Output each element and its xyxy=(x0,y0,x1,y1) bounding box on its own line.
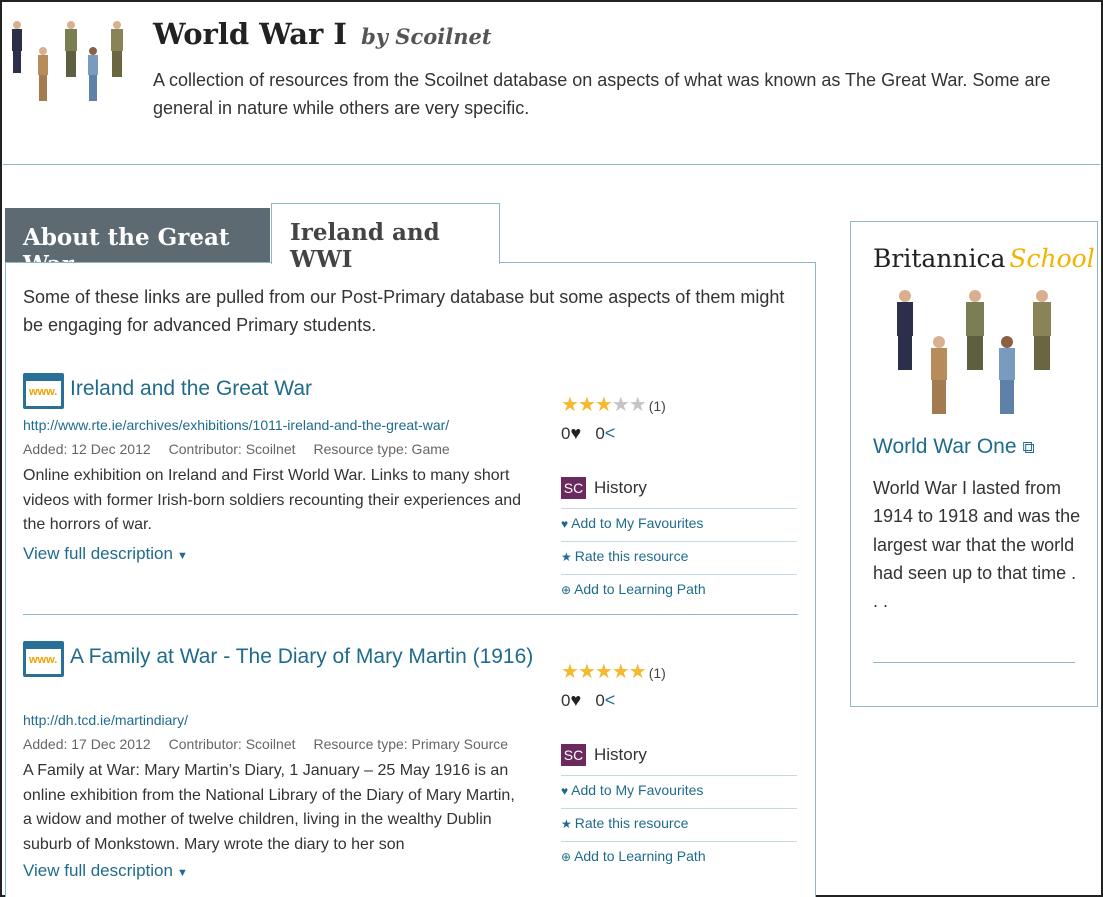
star-rating[interactable]: ★★★★★ (1) xyxy=(561,659,666,684)
title-byline: by Scoilnet xyxy=(361,24,492,49)
page-title: World War I by Scoilnet xyxy=(153,17,492,51)
resource-title-link[interactable]: Ireland and the Great War xyxy=(70,375,550,403)
heart-icon: ♥ xyxy=(561,517,569,531)
view-full-description-link[interactable]: View full description ▼ xyxy=(23,861,188,881)
subject-label: History xyxy=(594,745,647,764)
view-full-label: View full description xyxy=(23,861,173,880)
star-icon: ★ xyxy=(611,661,630,683)
star-icon: ★ xyxy=(577,661,596,683)
add-to-learning-path-button[interactable]: ⊕ Add to Learning Path xyxy=(561,574,797,607)
britannica-school-logo: Britannica School xyxy=(873,244,1095,273)
add-to-favourites-button[interactable]: ♥ Add to My Favourites xyxy=(561,775,797,808)
resource-type: Resource type: Game xyxy=(313,441,450,457)
soldiers-illustration xyxy=(12,21,123,101)
star-icon: ★ xyxy=(561,394,579,416)
link-label: World War One xyxy=(873,435,1017,458)
star-icon: ★ xyxy=(561,550,572,564)
action-label: Rate this resource xyxy=(574,815,689,831)
plus-circle-icon: ⊕ xyxy=(561,583,572,597)
shares-count: 0 xyxy=(595,691,605,710)
star-icon: ★ xyxy=(594,661,613,683)
resource-meta: Added: 17 Dec 2012 Contributor: Scoilnet R… xyxy=(23,736,526,752)
star-icon: ★ xyxy=(611,394,630,416)
action-label: Add to Learning Path xyxy=(574,581,706,597)
share-icon[interactable]: < xyxy=(605,423,616,443)
rate-resource-button[interactable]: ★ Rate this resource xyxy=(561,541,797,574)
action-label: Add to Learning Path xyxy=(574,848,706,864)
star-icon: ★ xyxy=(628,661,647,683)
shares-count: 0 xyxy=(595,424,605,443)
britannica-sidebar: Britannica School World War One ⧉ World Wa… xyxy=(850,221,1098,707)
action-label: Rate this resource xyxy=(574,548,689,564)
tab-intro-text: Some of these links are pulled from our … xyxy=(23,287,785,335)
add-to-favourites-button[interactable]: ♥ Add to My Favourites xyxy=(561,508,797,541)
tab-ireland-and-wwi[interactable]: Ireland and WWI xyxy=(271,203,500,273)
contributor: Contributor: Scoilnet xyxy=(168,441,296,457)
heart-icon: ♥ xyxy=(561,784,569,798)
star-icon: ★ xyxy=(577,394,596,416)
subject-tag[interactable]: SC History xyxy=(561,477,647,501)
resource-description: Online exhibition on Ireland and First W… xyxy=(23,467,522,533)
subject-badge: SC xyxy=(561,744,586,766)
title-text: World War I xyxy=(153,17,347,51)
brand-school: School xyxy=(1009,244,1095,273)
heart-icon[interactable]: ♥ xyxy=(570,423,581,443)
action-label: Add to My Favourites xyxy=(571,782,704,798)
sidebar-summary: World War I lasted from 1914 to 1918 and… xyxy=(873,478,1081,612)
resource-url[interactable]: http://www.rte.ie/archives/exhibitions/1… xyxy=(23,417,449,433)
subject-label: History xyxy=(594,478,647,497)
add-to-learning-path-button[interactable]: ⊕ Add to Learning Path xyxy=(561,841,797,874)
soldiers-illustration xyxy=(897,290,1051,414)
view-full-label: View full description xyxy=(23,544,173,563)
www-icon: www. xyxy=(23,641,64,677)
plus-circle-icon: ⊕ xyxy=(561,850,572,864)
view-full-description-link[interactable]: View full description ▼ xyxy=(23,544,188,564)
page-description: A collection of resources from the Scoil… xyxy=(153,70,1051,118)
world-war-one-link[interactable]: World War One ⧉ xyxy=(873,435,1035,459)
rating-count: (1) xyxy=(648,398,666,414)
resource-url[interactable]: http://dh.tcd.ie/martindiary/ xyxy=(23,712,188,728)
resource-counts: 0♥ 0< xyxy=(561,690,615,711)
star-icon: ★ xyxy=(594,394,613,416)
brand-name: Britannica xyxy=(873,244,1006,273)
contributor: Contributor: Scoilnet xyxy=(168,736,296,752)
star-icon: ★ xyxy=(561,661,579,683)
rating-count: (1) xyxy=(648,665,666,681)
subject-badge: SC xyxy=(561,477,586,499)
www-icon: www. xyxy=(23,373,64,409)
star-rating[interactable]: ★★★★★ (1) xyxy=(561,392,666,417)
resource-title-link[interactable]: A Family at War - The Diary of Mary Mart… xyxy=(70,643,540,671)
caret-down-icon: ▼ xyxy=(176,867,188,879)
external-link-icon: ⧉ xyxy=(1022,438,1035,457)
star-icon: ★ xyxy=(628,394,647,416)
resource-description: A Family at War: Mary Martin’s Diary, 1 … xyxy=(23,762,515,853)
tab-about-the-great-war[interactable]: About the Great War xyxy=(5,208,270,278)
added-date: Added: 12 Dec 2012 xyxy=(23,441,151,457)
resource-type: Resource type: Primary Source xyxy=(313,736,509,752)
resource-divider xyxy=(23,614,798,615)
rate-resource-button[interactable]: ★ Rate this resource xyxy=(561,808,797,841)
sidebar-divider xyxy=(873,662,1075,663)
star-icon: ★ xyxy=(561,817,572,831)
action-label: Add to My Favourites xyxy=(571,515,704,531)
heart-icon[interactable]: ♥ xyxy=(570,690,581,710)
added-date: Added: 17 Dec 2012 xyxy=(23,736,151,752)
page-header: World War I by Scoilnet A collection of … xyxy=(3,3,1100,165)
resource-meta: Added: 12 Dec 2012 Contributor: Scoilnet R… xyxy=(23,441,468,457)
resource-counts: 0♥ 0< xyxy=(561,423,615,444)
share-icon[interactable]: < xyxy=(605,690,616,710)
subject-tag[interactable]: SC History xyxy=(561,744,647,768)
caret-down-icon: ▼ xyxy=(176,550,188,562)
resource-title-text: A Family at War - The Diary of Mary Mart… xyxy=(70,645,534,668)
